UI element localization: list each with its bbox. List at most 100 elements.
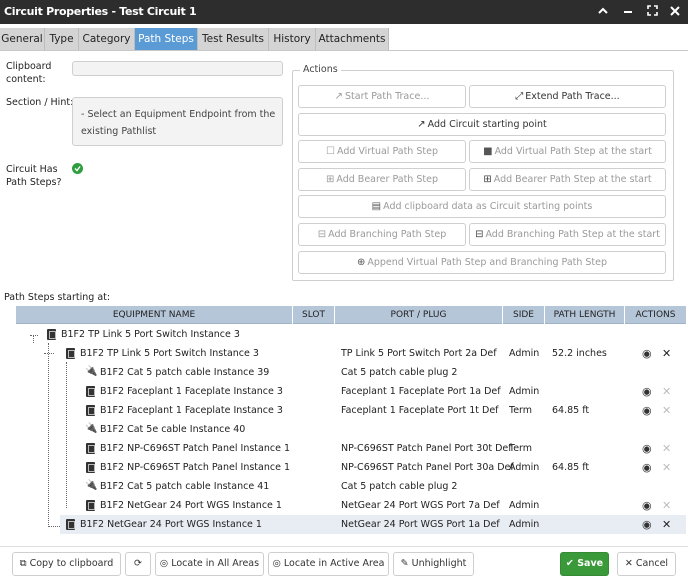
x-icon: ✕ — [624, 558, 636, 569]
clipboard-label-2: content: — [6, 74, 46, 85]
unhighlight-button[interactable]: ✎ Unhighlight — [393, 552, 474, 576]
cable-plug-icon: 🔌 — [85, 366, 98, 377]
side-cell: Admin — [509, 462, 540, 473]
close-icon[interactable] — [666, 3, 684, 21]
hint-field: - Select an Equipment Endpoint from the … — [72, 97, 283, 146]
add-bearer-step-button[interactable]: ⊞ Add Bearer Path Step — [298, 168, 466, 191]
view-icon[interactable]: ◉ — [642, 344, 652, 363]
table-row[interactable]: 🔌 B1F2 Cat 5 patch cable Instance 41 Cat 5… — [16, 477, 686, 496]
view-icon[interactable]: ◉ — [642, 496, 652, 515]
tree-connector — [44, 353, 54, 354]
table-row[interactable]: B1F2 NetGear 24 Port WGS Instance 1 NetGe… — [60, 515, 686, 534]
minimize-icon[interactable] — [619, 3, 637, 21]
add-bearer-step-start-button[interactable]: ⊞ Add Bearer Path Step at the start — [469, 168, 666, 191]
save-label: Save — [577, 558, 604, 569]
side-cell: Admin — [509, 386, 540, 397]
plus-circle-icon: ⊕ — [356, 257, 366, 268]
table-row[interactable]: 🔌 B1F2 Cat 5e cable Instance 40 — [16, 420, 686, 439]
tab-category[interactable]: Category — [79, 28, 135, 50]
table-row[interactable]: B1F2 TP Link 5 Port Switch Instance 3 — [16, 325, 686, 344]
cancel-button[interactable]: ✕ Cancel — [617, 552, 676, 576]
side-cell: Term — [509, 443, 533, 454]
add-virtual-step-button[interactable]: ☐ Add Virtual Path Step — [298, 140, 466, 163]
equipment-name-cell: B1F2 Faceplant 1 Faceplate Instance 3 — [100, 405, 283, 416]
column-header-slot[interactable]: SLOT — [292, 306, 334, 324]
tabs-divider — [0, 50, 688, 51]
start-path-trace-label: Start Path Trace... — [345, 91, 430, 102]
add-branching-step-label: Add Branching Path Step — [328, 229, 447, 240]
add-virtual-step-label: Add Virtual Path Step — [336, 146, 438, 157]
delete-icon[interactable]: ✕ — [662, 458, 671, 477]
table-row[interactable]: B1F2 NP-C696ST Patch Panel Instance 1 NP-… — [16, 458, 686, 477]
square-filled-icon: ■ — [483, 146, 493, 157]
delete-icon[interactable]: ✕ — [662, 401, 671, 420]
unhighlight-label: Unhighlight — [411, 558, 467, 569]
table-row[interactable]: B1F2 Faceplant 1 Faceplate Instance 3 Fac… — [16, 401, 686, 420]
tab-attachments[interactable]: Attachments — [316, 28, 389, 50]
window-title: Circuit Properties - Test Circuit 1 — [4, 5, 197, 18]
add-bearer-step-start-label: Add Bearer Path Step at the start — [493, 174, 652, 185]
clipboard-content-field[interactable] — [72, 61, 283, 76]
add-clipboard-start-button[interactable]: ▤ Add clipboard data as Circuit starting … — [298, 195, 666, 218]
view-icon[interactable]: ◉ — [642, 515, 652, 534]
add-bearer-step-label: Add Bearer Path Step — [336, 174, 438, 185]
view-icon[interactable]: ◉ — [642, 439, 652, 458]
view-icon[interactable]: ◉ — [642, 382, 652, 401]
extend-path-trace-button[interactable]: ⤢ Extend Path Trace... — [469, 85, 666, 108]
chevron-up-icon[interactable] — [594, 3, 612, 21]
tab-general[interactable]: General — [0, 28, 45, 50]
save-button[interactable]: ✔ Save — [560, 552, 609, 576]
tab-path-steps[interactable]: Path Steps — [135, 28, 198, 50]
equipment-name-cell: B1F2 TP Link 5 Port Switch Instance 3 — [80, 348, 259, 359]
tab-history[interactable]: History — [269, 28, 316, 50]
add-branching-step-start-button[interactable]: ⊟ Add Branching Path Step at the start — [469, 223, 666, 246]
equipment-icon — [86, 500, 95, 511]
copy-to-clipboard-button[interactable]: ⧉ Copy to clipboard — [12, 552, 121, 576]
table-header: EQUIPMENT NAME SLOT PORT / PLUG SIDE PAT… — [16, 306, 686, 324]
has-steps-label: Circuit Has — [6, 164, 58, 175]
locate-active-area-button[interactable]: ◎ Locate in Active Area — [268, 552, 389, 576]
side-cell: Term — [509, 405, 533, 416]
column-header-path-length[interactable]: PATH LENGTH — [544, 306, 624, 324]
view-icon[interactable]: ◉ — [642, 401, 652, 420]
tab-type[interactable]: Type — [45, 28, 79, 50]
target-icon: ◎ — [159, 558, 172, 569]
locate-all-areas-button[interactable]: ◎ Locate in All Areas — [155, 552, 264, 576]
port-cell: Cat 5 patch cable plug 2 — [341, 481, 458, 492]
delete-icon[interactable]: ✕ — [662, 439, 671, 458]
column-header-port[interactable]: PORT / PLUG — [334, 306, 502, 324]
table-row[interactable]: B1F2 TP Link 5 Port Switch Instance 3 TP … — [60, 344, 686, 363]
delete-icon[interactable]: ✕ — [662, 496, 671, 515]
append-virtual-branching-button[interactable]: ⊕ Append Virtual Path Step and Branching … — [298, 251, 666, 274]
column-header-actions[interactable]: ACTIONS — [624, 306, 686, 324]
table-row[interactable]: 🔌 B1F2 Cat 5 patch cable Instance 39 Cat 5… — [16, 363, 686, 382]
side-cell: Admin — [509, 348, 540, 359]
hint-label: Section / Hint: — [6, 97, 74, 108]
table-row[interactable]: B1F2 NetGear 24 Port WGS Instance 1 NetGe… — [16, 496, 686, 515]
add-branching-step-button[interactable]: ⊟ Add Branching Path Step — [298, 223, 466, 246]
plus-square-icon: ⊞ — [326, 174, 335, 185]
view-icon[interactable]: ◉ — [642, 458, 652, 477]
hint-text: - Select an Equipment Endpoint from the … — [81, 109, 276, 137]
refresh-icon: ⟳ — [134, 558, 142, 569]
table-row[interactable]: B1F2 NP-C696ST Patch Panel Instance 1 NP-… — [16, 439, 686, 458]
table-row[interactable]: B1F2 Faceplant 1 Faceplate Instance 3 Fac… — [16, 382, 686, 401]
target-icon: ◎ — [272, 558, 284, 569]
eraser-icon: ✎ — [400, 558, 412, 569]
equipment-icon — [66, 348, 75, 359]
add-virtual-step-start-button[interactable]: ■ Add Virtual Path Step at the start — [469, 140, 666, 163]
start-path-trace-button[interactable]: ↗ Start Path Trace... — [298, 85, 466, 108]
port-cell: TP Link 5 Port Switch Port 2a Def — [341, 348, 497, 359]
tab-test-results[interactable]: Test Results — [198, 28, 269, 50]
port-cell: NetGear 24 Port WGS Port 7a Def — [341, 500, 500, 511]
delete-icon[interactable]: ✕ — [662, 344, 671, 363]
column-header-side[interactable]: SIDE — [502, 306, 544, 324]
add-circuit-start-button[interactable]: ↗ Add Circuit starting point — [298, 113, 666, 136]
expand-icon[interactable] — [643, 3, 661, 21]
equipment-icon — [86, 386, 95, 397]
port-cell: NP-C696ST Patch Panel Port 30t Def — [341, 443, 512, 454]
delete-icon[interactable]: ✕ — [662, 515, 671, 534]
column-header-equipment[interactable]: EQUIPMENT NAME — [16, 306, 292, 324]
delete-icon[interactable]: ✕ — [662, 382, 671, 401]
refresh-button[interactable]: ⟳ — [125, 552, 151, 576]
